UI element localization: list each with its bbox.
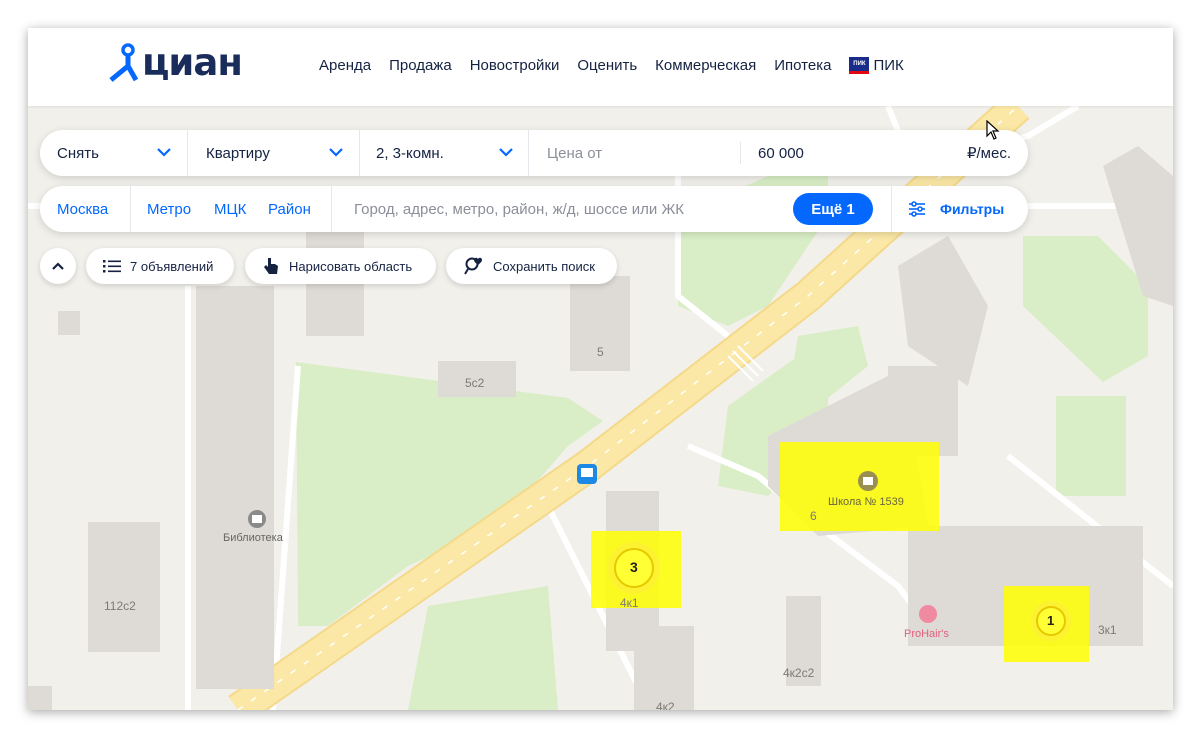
nav-rent[interactable]: Аренда: [319, 57, 371, 74]
price-to-input[interactable]: 60 000 ₽/мес.: [741, 130, 1028, 176]
school-icon: [858, 471, 878, 491]
bus-stop-icon: [577, 464, 597, 484]
rooms-select[interactable]: 2, 3-комн.: [360, 130, 528, 176]
app-window: 5 5с2 Библиотека 112с2 Школа № 1539 6 4к…: [28, 28, 1173, 710]
metro-link[interactable]: Метро: [147, 186, 191, 232]
price-unit: ₽/мес.: [966, 145, 1011, 162]
poi-label-library: Библиотека: [223, 532, 283, 544]
library-icon: [248, 510, 266, 528]
list-icon: [103, 260, 121, 273]
filters-button[interactable]: Фильтры: [892, 186, 1028, 232]
logo-pin-icon: [109, 43, 138, 82]
district-link[interactable]: Район: [268, 186, 311, 232]
price-from-input[interactable]: Цена от: [529, 130, 739, 176]
collapse-button[interactable]: [40, 248, 76, 284]
save-search-heart-icon: [464, 257, 482, 275]
main-nav: Аренда Продажа Новостройки Оценить Комме…: [319, 57, 922, 74]
deal-type-select[interactable]: Снять: [40, 130, 186, 176]
nav-mortgage[interactable]: Ипотека: [774, 57, 831, 74]
mcc-link[interactable]: МЦК: [214, 186, 246, 232]
poi-label-prohair: ProHair's: [904, 628, 949, 640]
nav-commercial[interactable]: Коммерческая: [655, 57, 756, 74]
property-type-select[interactable]: Квартиру: [188, 130, 358, 176]
building-label: 3к1: [1098, 623, 1117, 637]
search-params-bar: Снять Квартиру 2, 3-комн. Цена от 60 000…: [40, 130, 1028, 176]
chevron-down-icon: [157, 148, 171, 157]
save-search-button[interactable]: Сохранить поиск: [446, 248, 617, 284]
building-label: 4к2с2: [783, 666, 815, 680]
hand-pointer-icon: [264, 258, 278, 274]
building-label: 6: [810, 509, 817, 523]
building-label: 4к1: [620, 596, 639, 610]
nav-evaluate[interactable]: Оценить: [577, 57, 637, 74]
listings-button[interactable]: 7 объявлений: [86, 248, 234, 284]
nav-new-buildings[interactable]: Новостройки: [470, 57, 560, 74]
highlight-school: [780, 442, 939, 531]
more-button[interactable]: Ещё 1: [793, 193, 873, 225]
chevron-down-icon: [499, 148, 513, 157]
sliders-icon: [909, 201, 925, 217]
poi-label-school: Школа № 1539: [828, 496, 904, 508]
nav-sale[interactable]: Продажа: [389, 57, 452, 74]
cluster-count[interactable]: 3: [630, 559, 638, 575]
building-label: 112с2: [104, 599, 136, 613]
nav-pik[interactable]: ПИК ПИК: [849, 57, 904, 74]
building-label: 4к2: [656, 700, 675, 710]
address-search-input[interactable]: Город, адрес, метро, район, ж/д, шоссе и…: [332, 186, 787, 232]
chevron-up-icon: [52, 262, 64, 270]
building-label: 5: [597, 345, 604, 359]
mouse-cursor-icon: [986, 120, 1000, 140]
pik-logo-icon: ПИК: [849, 57, 870, 74]
building-label: 5с2: [465, 376, 485, 390]
site-header: циан Аренда Продажа Новостройки Оценить …: [28, 28, 1173, 106]
location-bar: Москва Метро МЦК Район Город, адрес, мет…: [40, 186, 1028, 232]
logo[interactable]: циан: [108, 40, 243, 84]
draw-area-button[interactable]: Нарисовать область: [245, 248, 436, 284]
park: [1056, 396, 1126, 496]
cluster-count[interactable]: 1: [1047, 613, 1054, 628]
chevron-down-icon: [329, 148, 343, 157]
logo-text: циан: [142, 40, 243, 84]
salon-icon: [919, 605, 937, 623]
city-select[interactable]: Москва: [40, 186, 130, 232]
